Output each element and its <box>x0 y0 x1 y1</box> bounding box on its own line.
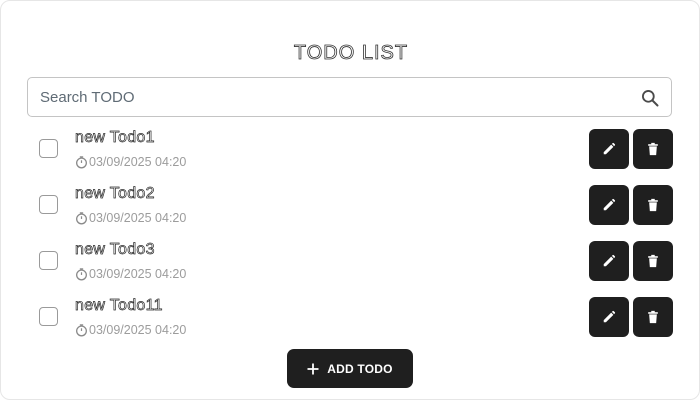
add-todo-button[interactable]: ADD TODO <box>287 349 413 388</box>
todo-item: new Todo11 03/09/2025 04:20 <box>27 289 673 345</box>
pencil-icon <box>603 310 616 323</box>
delete-button[interactable] <box>633 185 673 225</box>
edit-button[interactable] <box>589 129 629 169</box>
search-input[interactable] <box>40 78 620 116</box>
pencil-icon <box>603 198 616 211</box>
page-title: TODO LIST <box>293 42 409 65</box>
edit-button[interactable] <box>589 241 629 281</box>
add-todo-label: ADD TODO <box>327 361 393 376</box>
todo-date: 03/09/2025 04:20 <box>75 323 186 337</box>
todo-checkbox[interactable] <box>39 195 58 214</box>
clock-icon <box>76 156 87 169</box>
search-box[interactable] <box>27 77 672 117</box>
pencil-icon <box>603 142 616 155</box>
todo-date: 03/09/2025 04:20 <box>75 155 186 169</box>
clock-icon <box>76 268 87 281</box>
todo-title: new Todo3 <box>75 241 155 259</box>
todo-date: 03/09/2025 04:20 <box>75 211 186 225</box>
edit-button[interactable] <box>589 185 629 225</box>
todo-date-text: 03/09/2025 04:20 <box>89 211 187 225</box>
delete-button[interactable] <box>633 297 673 337</box>
app-window: TODO LIST new Todo1 03/09/2025 04:20 <box>0 0 700 400</box>
todo-date-text: 03/09/2025 04:20 <box>89 267 187 281</box>
todo-item: new Todo2 03/09/2025 04:20 <box>27 177 673 233</box>
trash-icon <box>648 254 658 268</box>
todo-list: new Todo1 03/09/2025 04:20 new Todo2 03/… <box>27 121 673 345</box>
todo-title: new Todo2 <box>75 185 155 203</box>
todo-checkbox[interactable] <box>39 251 58 270</box>
todo-title: new Todo11 <box>75 297 163 315</box>
todo-checkbox[interactable] <box>39 139 58 158</box>
delete-button[interactable] <box>633 129 673 169</box>
plus-icon <box>307 363 319 374</box>
trash-icon <box>648 310 658 324</box>
todo-title: new Todo1 <box>75 129 155 147</box>
search-icon[interactable] <box>640 88 660 108</box>
clock-icon <box>76 324 87 337</box>
todo-date: 03/09/2025 04:20 <box>75 267 186 281</box>
todo-item: new Todo1 03/09/2025 04:20 <box>27 121 673 177</box>
trash-icon <box>648 142 658 156</box>
trash-icon <box>648 198 658 212</box>
todo-date-text: 03/09/2025 04:20 <box>89 323 187 337</box>
pencil-icon <box>603 254 616 267</box>
todo-checkbox[interactable] <box>39 307 58 326</box>
todo-item: new Todo3 03/09/2025 04:20 <box>27 233 673 289</box>
delete-button[interactable] <box>633 241 673 281</box>
todo-date-text: 03/09/2025 04:20 <box>89 155 187 169</box>
edit-button[interactable] <box>589 297 629 337</box>
clock-icon <box>76 212 87 225</box>
